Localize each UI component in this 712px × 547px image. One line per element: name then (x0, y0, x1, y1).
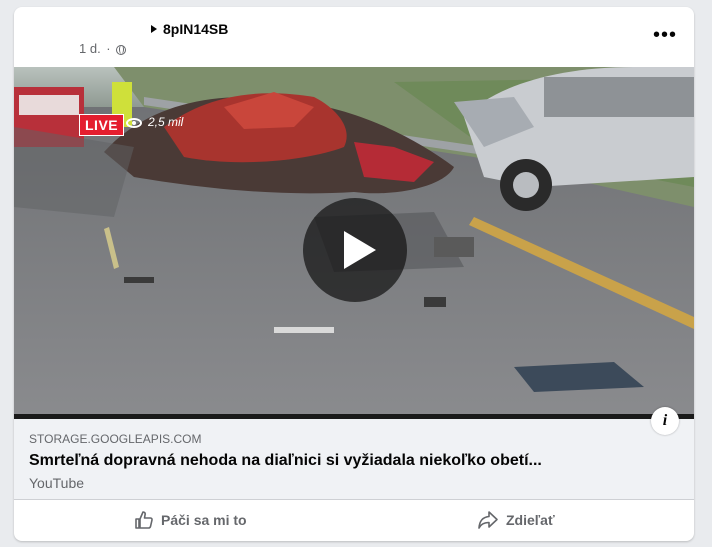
caret-right-icon (151, 25, 157, 33)
link-title[interactable]: Smrteľná dopravná nehoda na diaľnici si … (29, 452, 542, 470)
info-icon[interactable]: i (651, 407, 679, 435)
video-player[interactable]: LIVE 2,5 mil (14, 67, 694, 419)
like-label: Páči sa mi to (161, 512, 247, 528)
link-source: YouTube (29, 475, 85, 491)
view-count-value: 2,5 mil (148, 115, 184, 129)
live-badge: LIVE (79, 114, 125, 136)
share-label: Zdieľať (506, 512, 555, 528)
like-button[interactable]: Páči sa mi to (14, 500, 334, 541)
post-header: 8pIN14SB 1 d. · ••• (14, 7, 694, 67)
play-button[interactable] (303, 198, 407, 302)
more-options-button[interactable]: ••• (650, 25, 680, 49)
share-arrow-icon (477, 510, 499, 533)
share-button[interactable]: Zdieľať (354, 500, 674, 541)
link-domain: STORAGE.GOOGLEAPIS.COM (29, 432, 202, 446)
view-count: 2,5 mil (126, 115, 183, 129)
author-name[interactable]: 8pIN14SB (163, 21, 228, 37)
post-card: 8pIN14SB 1 d. · ••• LIVE 2,5 mil STORAGE… (14, 7, 694, 541)
action-bar: Páči sa mi to Zdieľať (14, 499, 694, 541)
thumbs-up-icon (134, 510, 154, 533)
link-preview[interactable]: STORAGE.GOOGLEAPIS.COM Smrteľná dopravná… (14, 419, 694, 499)
post-meta: 1 d. · (79, 41, 127, 56)
play-icon (344, 231, 376, 269)
post-time[interactable]: 1 d. (79, 41, 101, 56)
eye-icon (126, 118, 142, 128)
more-horizontal-icon: ••• (652, 24, 677, 46)
post-author[interactable]: 8pIN14SB (151, 21, 228, 37)
globe-icon (116, 45, 127, 55)
